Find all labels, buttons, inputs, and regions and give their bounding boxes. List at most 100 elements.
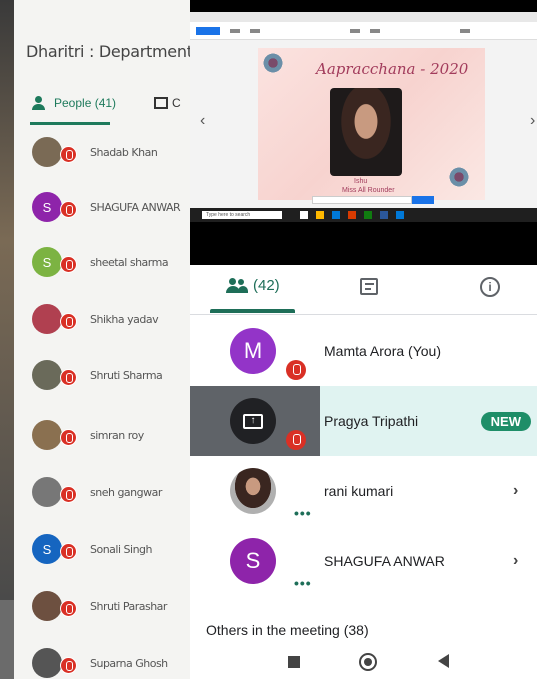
avatar [32,648,62,678]
toolbar-item [250,28,260,33]
taskbar-search: Type here to search [202,211,282,219]
poster-photo [330,88,402,176]
mic-off-icon [286,360,306,380]
participant-name: rani kumari [324,483,394,499]
people-count: (42) [253,277,280,294]
avatar: S [32,534,62,564]
android-nav-bar [190,644,537,679]
avatar [32,304,62,334]
list-item[interactable]: S Sonali Singh [32,527,202,571]
participant-name: Sonali Singh [90,542,153,556]
avatar [32,360,62,390]
people-icon [32,96,50,110]
shared-window-titlebar [190,12,537,22]
participant-tile: M [190,316,320,386]
toolbar-item [230,28,240,33]
mic-off-icon [60,600,77,617]
info-icon[interactable]: i [480,277,500,297]
presentation-video[interactable]: ‹ › Aapracchana - 2020 Ishu Miss All Rou… [190,0,537,265]
mic-off-icon [60,543,77,560]
avatar: M [230,328,276,374]
taskbar-icon [380,211,388,219]
participant-name: Shruti Parashar [90,599,167,613]
avatar [230,468,276,514]
participant-tile: S ••• [190,526,320,596]
present-screen-icon: ↑ [230,398,276,444]
more-dots-icon: ••• [294,575,312,591]
avatar [32,420,62,450]
participant-name: Shruti Sharma [90,368,163,382]
avatar [32,477,62,507]
mic-off-icon [60,486,77,503]
list-item[interactable]: Shruti Sharma [32,353,202,397]
mic-off-icon [60,256,77,273]
participant-tile: ••• [190,456,320,526]
volume-off-icon [286,430,306,450]
home-icon[interactable] [359,653,377,671]
tab-chat[interactable]: C [154,96,181,110]
chevron-right-icon: › [530,112,536,129]
others-heading: Others in the meeting (38) [206,622,369,638]
chevron-right-icon[interactable]: › [513,552,537,570]
shared-window-toolbar [190,22,537,40]
toolbar-button [196,26,220,35]
chevron-right-icon[interactable]: › [513,482,537,500]
list-item[interactable]: Shikha yadav [32,297,202,341]
participant-row[interactable]: ↑ Pragya Tripathi NEW [190,386,537,456]
avatar [32,137,62,167]
participant-row[interactable]: ••• rani kumari › [190,456,537,526]
participant-name: Shadab Khan [90,145,158,159]
screenshot-stage: Dharitri : Department of ge People (41) … [0,0,537,679]
list-item[interactable]: S sheetal sharma [32,240,202,284]
list-item[interactable]: sneh gangwar [32,470,202,514]
participant-name: Mamta Arora (You) [324,343,441,359]
taskbar-icon [364,211,372,219]
avatar: S [32,192,62,222]
toolbar-item [350,28,360,33]
laptop-photo: Dharitri : Department of ge People (41) … [0,0,237,679]
participant-row[interactable]: S ••• SHAGUFA ANWAR › [190,526,537,596]
participant-name: simran roy [90,428,144,442]
participant-row[interactable]: M Mamta Arora (You) [190,316,537,386]
shared-blue-button [412,196,434,204]
chat-icon [154,97,168,109]
tab-people-underline [30,122,110,125]
mic-off-icon [60,657,77,674]
list-item[interactable]: S SHAGUFA ANWAR [32,185,202,229]
windows-taskbar: Type here to search [190,208,537,222]
taskbar-icon [332,211,340,219]
shared-search-bar [312,196,412,204]
meeting-tabs: (42) i [190,265,537,315]
mic-off-icon [60,369,77,386]
people-icon [226,277,248,294]
chevron-left-icon: ‹ [200,112,206,129]
list-item[interactable]: Shruti Parashar [32,584,202,628]
recents-icon[interactable] [288,656,300,668]
participant-name: Pragya Tripathi [324,413,419,429]
mic-off-icon [60,201,77,218]
list-item[interactable]: Suparna Ghosh [32,641,202,679]
laptop-people-panel: Dharitri : Department of ge People (41) … [14,0,237,679]
tab-people-label: People (41) [54,96,117,110]
back-icon[interactable] [438,654,449,668]
toolbar-item [370,28,380,33]
tab-people-underline [210,309,295,313]
participant-name: SHAGUFA ANWAR [90,200,181,214]
tab-people[interactable]: (42) [226,277,280,294]
poster-name: Ishu [354,178,368,185]
list-item[interactable]: simran roy [32,413,202,457]
flower-decoration [262,52,284,74]
tab-people[interactable]: People (41) [32,96,116,110]
list-item[interactable]: Shadab Khan [32,130,202,174]
chat-icon[interactable] [360,278,378,295]
poster-slide: Aapracchana - 2020 Ishu Miss All Rounder [258,48,485,200]
taskbar-icon [396,211,404,219]
avatar: S [32,247,62,277]
more-dots-icon: ••• [294,505,312,521]
new-badge: NEW [480,411,531,431]
laptop-bezel [0,0,14,600]
phone-meet-app: ‹ › Aapracchana - 2020 Ishu Miss All Rou… [190,0,537,679]
poster-title: Aapracchana - 2020 [316,60,469,78]
tab-chat-label: C [172,96,181,110]
avatar: S [230,538,276,584]
